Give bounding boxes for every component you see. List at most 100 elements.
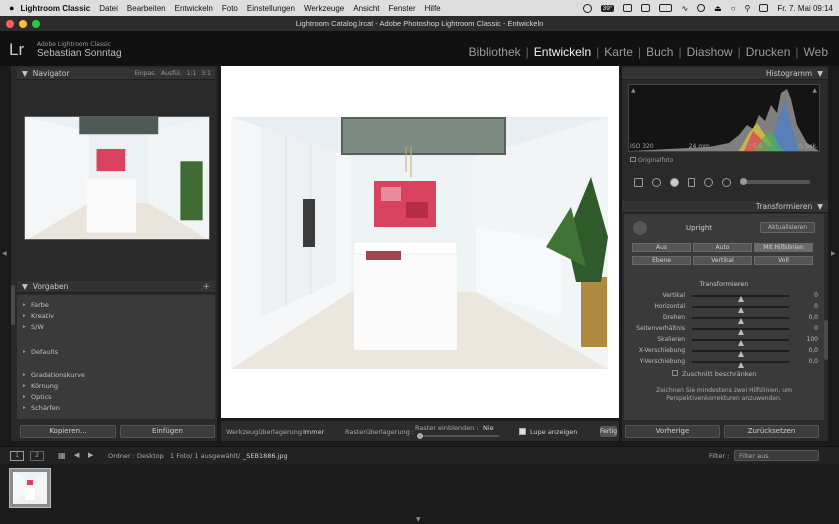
menu-ansicht[interactable]: Ansicht xyxy=(353,4,379,13)
upright-level-button[interactable]: Ebene xyxy=(632,256,691,265)
slider-seitenverhaeltnis[interactable]: Seitenverhältnis 0 xyxy=(632,324,820,335)
nav-zoom-fit[interactable]: Einpas. xyxy=(134,70,156,77)
menubar-datetime[interactable]: Fr. 7. Mai 09:14 xyxy=(777,4,833,13)
bottom-panel-toggle-icon[interactable]: ▼ xyxy=(416,516,421,523)
nav-zoom-3-1[interactable]: 3:1 xyxy=(201,70,211,77)
page-2-button[interactable]: 2 xyxy=(30,451,44,461)
presets-collapse-icon[interactable]: ▼ xyxy=(22,282,28,291)
user-icon[interactable]: ○ xyxy=(731,4,736,13)
slider-value[interactable]: 100 xyxy=(807,336,818,343)
page-1-button[interactable]: 1 xyxy=(10,451,24,461)
histogram-collapse-icon[interactable]: ▼ xyxy=(817,69,823,78)
upright-guided-button[interactable]: Mit Hilfslinien xyxy=(754,243,813,252)
graduated-filter-icon[interactable] xyxy=(704,177,713,187)
menu-fenster[interactable]: Fenster xyxy=(389,4,416,13)
grid-tool-icon[interactable] xyxy=(634,177,643,187)
preset-gradationskurve[interactable]: Gradationskurve xyxy=(23,371,85,379)
weather-temperature[interactable]: 39° xyxy=(600,4,615,12)
menu-app[interactable]: Lightroom Classic xyxy=(20,4,90,13)
raster-opacity-thumb[interactable] xyxy=(417,433,423,439)
slider-value[interactable]: 0 xyxy=(814,325,818,332)
preset-defaults[interactable]: Defaults xyxy=(23,348,58,356)
module-buch[interactable]: Buch xyxy=(641,45,678,59)
navigator-preview[interactable] xyxy=(24,116,210,240)
copy-settings-button[interactable]: Kopieren... xyxy=(20,425,116,438)
menu-einstellungen[interactable]: Einstellungen xyxy=(247,4,295,13)
slider-horizontal[interactable]: Horizontal 0 xyxy=(632,302,820,313)
slider-track[interactable] xyxy=(692,306,789,313)
menu-entwickeln[interactable]: Entwickeln xyxy=(175,4,213,13)
menu-datei[interactable]: Datei xyxy=(99,4,118,13)
reset-button[interactable]: Zurücksetzen xyxy=(724,425,819,438)
brush-size-slider[interactable] xyxy=(740,178,810,185)
radial-filter-icon[interactable] xyxy=(722,177,731,187)
status-icon[interactable] xyxy=(623,4,633,12)
nav-zoom-fill[interactable]: Ausfül. xyxy=(161,70,182,77)
raster-overlay-label[interactable]: Rasterüberlagerung : xyxy=(345,428,414,436)
eject-icon[interactable]: ⏏ xyxy=(714,4,722,13)
constrain-crop-checkbox[interactable] xyxy=(672,370,678,376)
update-button[interactable]: Aktualisieren xyxy=(760,222,815,233)
spot-removal-tool-icon[interactable] xyxy=(670,177,679,187)
histogram-header[interactable]: Histogramm ▼ xyxy=(622,68,828,80)
slider-value[interactable]: 0,0 xyxy=(808,347,818,354)
left-panel-scrollbar[interactable] xyxy=(11,285,15,325)
original-photo-toggle[interactable]: Originalfoto xyxy=(630,157,673,164)
slider-track[interactable] xyxy=(692,350,789,357)
crop-tool-icon[interactable] xyxy=(652,177,661,187)
slider-value[interactable]: 0,0 xyxy=(808,358,818,365)
slider-value[interactable]: 0 xyxy=(814,303,818,310)
previous-settings-button[interactable]: Vorherige xyxy=(625,425,720,438)
slider-thumb[interactable] xyxy=(737,362,744,368)
navigator-header[interactable]: ▼ Navigator Einpas. Ausfül. 1:1 3:1 xyxy=(17,68,215,80)
raster-show-select[interactable]: Nie xyxy=(483,424,494,432)
battery-icon[interactable] xyxy=(659,4,673,12)
slider-track[interactable] xyxy=(692,317,789,324)
module-bibliothek[interactable]: Bibliothek xyxy=(464,45,526,59)
spotlight-search-icon[interactable]: ⚲ xyxy=(745,4,751,13)
left-panel-toggle-icon[interactable]: ◀ xyxy=(2,250,7,257)
preset-optics[interactable]: Optics xyxy=(23,393,51,401)
slider-drehen[interactable]: Drehen 0,0 xyxy=(632,313,820,324)
raster-opacity-slider[interactable] xyxy=(417,433,499,439)
slider-skalieren[interactable]: Skalieren 100 xyxy=(632,335,820,346)
menu-foto[interactable]: Foto xyxy=(222,4,238,13)
filter-select[interactable]: Filter aus xyxy=(734,450,819,461)
presets-header[interactable]: ▼ Vorgaben + xyxy=(17,281,215,293)
done-button[interactable]: Fertig xyxy=(600,426,617,437)
upright-tool-icon[interactable] xyxy=(633,221,647,235)
upright-vertical-button[interactable]: Vertikal xyxy=(693,256,752,265)
redeye-tool-icon[interactable] xyxy=(688,177,695,187)
transform-collapse-icon[interactable]: ▼ xyxy=(817,202,823,211)
filename-label[interactable]: _SEB1886.jpg xyxy=(243,452,288,460)
slider-vertikal[interactable]: Vertikal 0 xyxy=(632,291,820,302)
menu-hilfe[interactable]: Hilfe xyxy=(425,4,441,13)
right-panel-scrollbar[interactable] xyxy=(824,320,828,360)
tool-overlay-select[interactable]: Immer xyxy=(303,428,324,436)
menu-bearbeiten[interactable]: Bearbeiten xyxy=(127,4,166,13)
grid-view-icon[interactable]: ▦ xyxy=(58,451,66,460)
module-drucken[interactable]: Drucken xyxy=(741,45,796,59)
add-preset-icon[interactable]: + xyxy=(202,282,210,292)
forward-arrow-icon[interactable]: ▶ xyxy=(88,451,93,459)
highlight-clipping-icon[interactable]: ▲ xyxy=(812,87,817,94)
preset-sw[interactable]: S/W xyxy=(23,323,44,331)
transform-header[interactable]: Transformieren ▼ xyxy=(622,201,828,213)
apple-icon[interactable]: ● xyxy=(9,3,14,13)
histogram-graph[interactable]: ▲ ▲ xyxy=(628,84,820,152)
preset-kreativ[interactable]: Kreativ xyxy=(23,312,54,320)
slider-value[interactable]: 0 xyxy=(814,292,818,299)
slider-track[interactable] xyxy=(692,328,789,335)
wifi-icon[interactable]: ∿ xyxy=(681,4,688,13)
source-label[interactable]: Ordner : Desktop xyxy=(108,452,164,460)
navigator-collapse-icon[interactable]: ▼ xyxy=(22,69,28,78)
nav-zoom-1-1[interactable]: 1:1 xyxy=(187,70,197,77)
constrain-crop-label[interactable]: Zuschnitt beschränken xyxy=(682,370,756,378)
module-diashow[interactable]: Diashow xyxy=(682,45,738,59)
menu-werkzeuge[interactable]: Werkzeuge xyxy=(304,4,344,13)
preset-farbe[interactable]: Farbe xyxy=(23,301,49,309)
slider-track[interactable] xyxy=(692,361,789,368)
module-entwickeln[interactable]: Entwickeln xyxy=(529,45,596,59)
filmstrip-thumbnail[interactable] xyxy=(9,468,51,508)
module-karte[interactable]: Karte xyxy=(599,45,638,59)
